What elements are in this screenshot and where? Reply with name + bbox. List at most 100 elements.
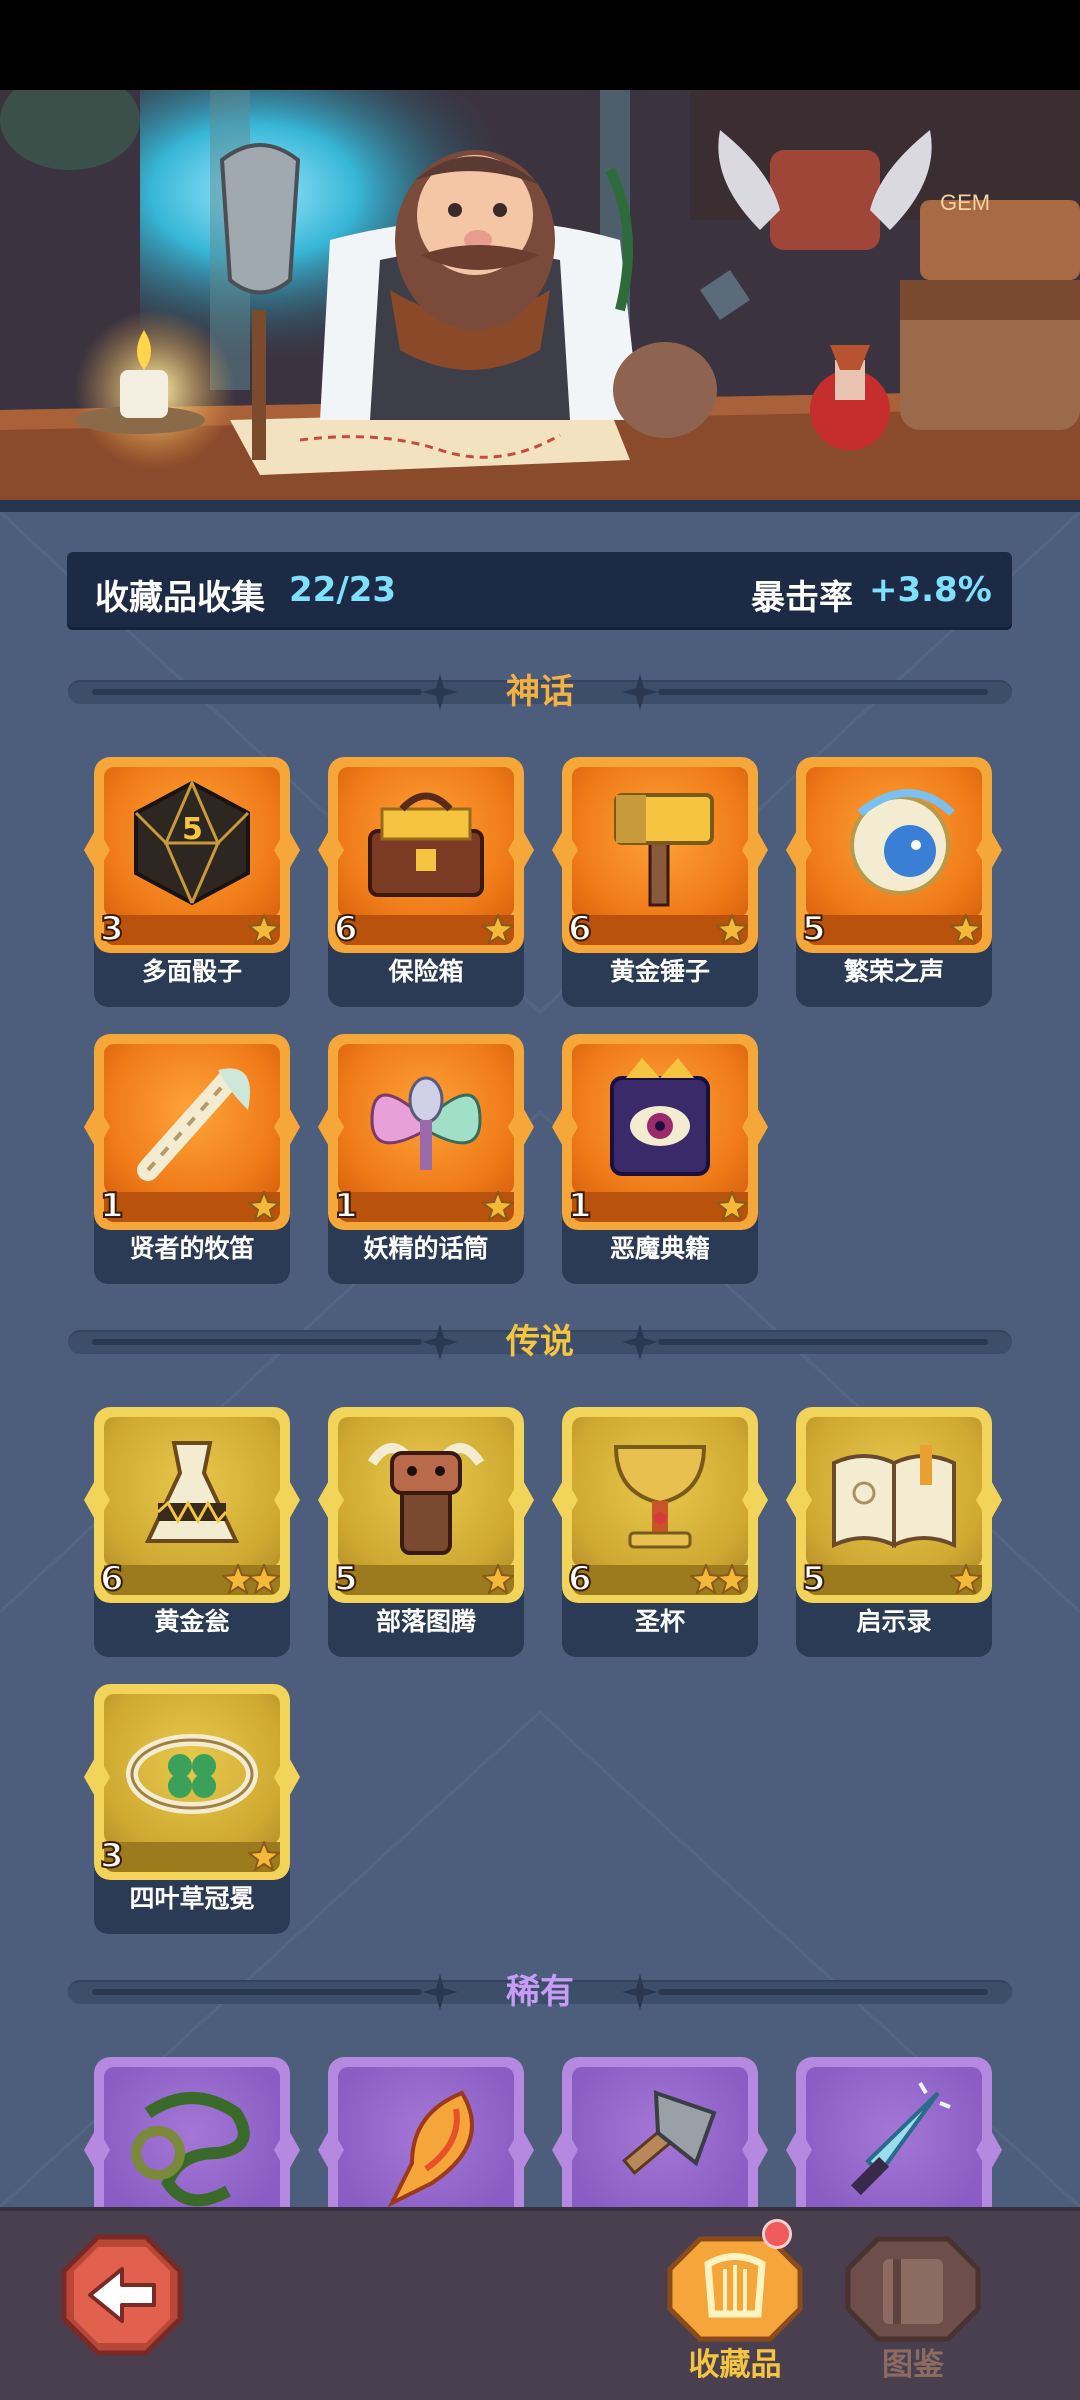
conch-shell-icon bbox=[850, 789, 955, 895]
item-name: 保险箱 bbox=[388, 957, 464, 986]
collectible-card[interactable]: 6 黄金锤子 bbox=[552, 757, 768, 1007]
star-icon bbox=[716, 914, 748, 944]
star-rating bbox=[482, 1564, 514, 1594]
section-title-legendary: 传说 bbox=[506, 1322, 574, 1362]
collectible-card[interactable]: 5 启示录 bbox=[786, 1407, 1002, 1657]
item-count: 6 bbox=[567, 1558, 593, 1600]
star-icon bbox=[482, 1191, 514, 1221]
star-rating bbox=[482, 914, 514, 944]
collectible-card[interactable]: 6 黄金瓮 bbox=[84, 1407, 300, 1657]
item-name: 启示录 bbox=[856, 1607, 932, 1636]
collectible-card[interactable]: 1 妖精的话筒 bbox=[318, 1034, 534, 1284]
star-rating bbox=[482, 1191, 514, 1221]
star-icon bbox=[716, 1191, 748, 1221]
hero-banner: GEM bbox=[0, 90, 1080, 505]
item-count: 3 bbox=[99, 1835, 125, 1877]
collectible-card[interactable]: 5 3 多面骰子 bbox=[84, 757, 300, 1007]
collectible-card[interactable] bbox=[786, 2057, 1002, 2207]
item-name: 黄金瓮 bbox=[154, 1607, 230, 1636]
notification-badge bbox=[762, 2219, 792, 2249]
golden-urn-icon bbox=[144, 1441, 240, 1543]
collectible-card[interactable] bbox=[318, 2057, 534, 2207]
collectible-card[interactable]: 5 部落图腾 bbox=[318, 1407, 534, 1657]
item-name: 圣杯 bbox=[634, 1607, 685, 1636]
collectible-card[interactable]: 1 贤者的牧笛 bbox=[84, 1034, 300, 1284]
pan-flute-icon bbox=[137, 1068, 250, 1181]
star-icon bbox=[248, 1841, 280, 1871]
collectible-card[interactable]: 6 保险箱 bbox=[318, 757, 534, 1007]
star-icon bbox=[950, 914, 982, 944]
star-rating bbox=[248, 1191, 280, 1221]
star-icon bbox=[950, 1564, 982, 1594]
star-rating bbox=[950, 1564, 982, 1594]
collectible-card[interactable] bbox=[552, 2057, 768, 2207]
collection-progress: 22/23 bbox=[289, 570, 397, 610]
star-icon bbox=[248, 914, 280, 944]
open-book-icon bbox=[832, 1445, 956, 1549]
stone-axe-icon bbox=[622, 2090, 717, 2175]
section-title-rare: 稀有 bbox=[506, 1972, 574, 2012]
svg-text:5: 5 bbox=[182, 812, 203, 847]
hero-divider bbox=[0, 500, 1080, 512]
golden-hammer-icon bbox=[614, 793, 714, 907]
collection-panel: 收藏品收集 22/23 暴击率 +3.8% 神话 5 3 多面骰子 6 保险箱 6 黄金锤子… bbox=[0, 512, 1080, 2207]
collectible-card[interactable] bbox=[84, 2057, 300, 2207]
section-title-mythic: 神话 bbox=[506, 672, 574, 712]
star-rating bbox=[716, 914, 748, 944]
star-rating bbox=[950, 914, 982, 944]
d20-dice-icon: 5 bbox=[134, 779, 250, 906]
svg-text:GEM: GEM bbox=[940, 190, 990, 215]
tab-collection-label: 收藏品 bbox=[688, 2347, 782, 2383]
collectible-card[interactable]: 1 恶魔典籍 bbox=[552, 1034, 768, 1284]
item-count: 5 bbox=[333, 1558, 359, 1600]
star-rating bbox=[248, 1841, 280, 1871]
crit-rate-label: 暴击率 bbox=[751, 578, 853, 618]
collection-summary-bar: 收藏品收集 22/23 暴击率 +3.8% bbox=[67, 552, 1012, 630]
item-count: 1 bbox=[333, 1185, 359, 1227]
back-button[interactable] bbox=[60, 2233, 184, 2357]
book-icon bbox=[845, 2236, 981, 2342]
treasure-chest-icon bbox=[368, 792, 484, 897]
item-name: 妖精的话筒 bbox=[363, 1234, 489, 1263]
tab-codex[interactable]: 图鉴 bbox=[838, 2219, 988, 2399]
star-icon bbox=[248, 1564, 280, 1594]
section-header-legendary: 传说 bbox=[68, 1320, 1012, 1364]
tab-collection[interactable]: 收藏品 bbox=[660, 2219, 810, 2399]
dwarf-merchant-illustration: GEM bbox=[0, 90, 1080, 505]
flame-feather-icon bbox=[387, 2090, 474, 2207]
item-count: 6 bbox=[99, 1558, 125, 1600]
fairy-microphone-icon bbox=[370, 1076, 482, 1170]
clover-crown-icon bbox=[126, 1734, 258, 1814]
section-header-rare: 稀有 bbox=[68, 1970, 1012, 2014]
status-bar bbox=[0, 0, 1080, 90]
collectible-card[interactable]: 6 圣杯 bbox=[552, 1407, 768, 1657]
item-count: 1 bbox=[567, 1185, 593, 1227]
item-name: 恶魔典籍 bbox=[609, 1234, 710, 1263]
item-name: 繁荣之声 bbox=[843, 957, 944, 986]
star-rating bbox=[690, 1564, 748, 1594]
collection-label: 收藏品收集 bbox=[95, 578, 265, 618]
bottom-nav: 收藏品 图鉴 bbox=[0, 2207, 1080, 2400]
item-name: 贤者的牧笛 bbox=[129, 1234, 255, 1263]
item-count: 1 bbox=[99, 1185, 125, 1227]
collectible-card[interactable]: 3 四叶草冠冕 bbox=[84, 1684, 300, 1934]
item-name: 部落图腾 bbox=[375, 1607, 476, 1636]
tab-codex-label: 图鉴 bbox=[882, 2347, 944, 2383]
collectible-card[interactable]: 5 繁荣之声 bbox=[786, 757, 1002, 1007]
thorn-vine-icon bbox=[131, 2092, 250, 2207]
star-rating bbox=[222, 1564, 280, 1594]
item-name: 黄金锤子 bbox=[609, 957, 710, 986]
star-rating bbox=[248, 914, 280, 944]
item-count: 6 bbox=[333, 908, 359, 950]
section-header-mythic: 神话 bbox=[68, 670, 1012, 714]
demon-book-icon bbox=[610, 1058, 710, 1176]
star-icon bbox=[482, 1564, 514, 1594]
item-name: 四叶草冠冕 bbox=[129, 1884, 255, 1913]
holy-grail-icon bbox=[613, 1445, 707, 1549]
star-icon bbox=[482, 914, 514, 944]
tribal-totem-icon bbox=[367, 1443, 485, 1555]
star-icon bbox=[716, 1564, 748, 1594]
item-count: 6 bbox=[567, 908, 593, 950]
item-name: 多面骰子 bbox=[141, 957, 242, 986]
item-count: 3 bbox=[99, 908, 125, 950]
